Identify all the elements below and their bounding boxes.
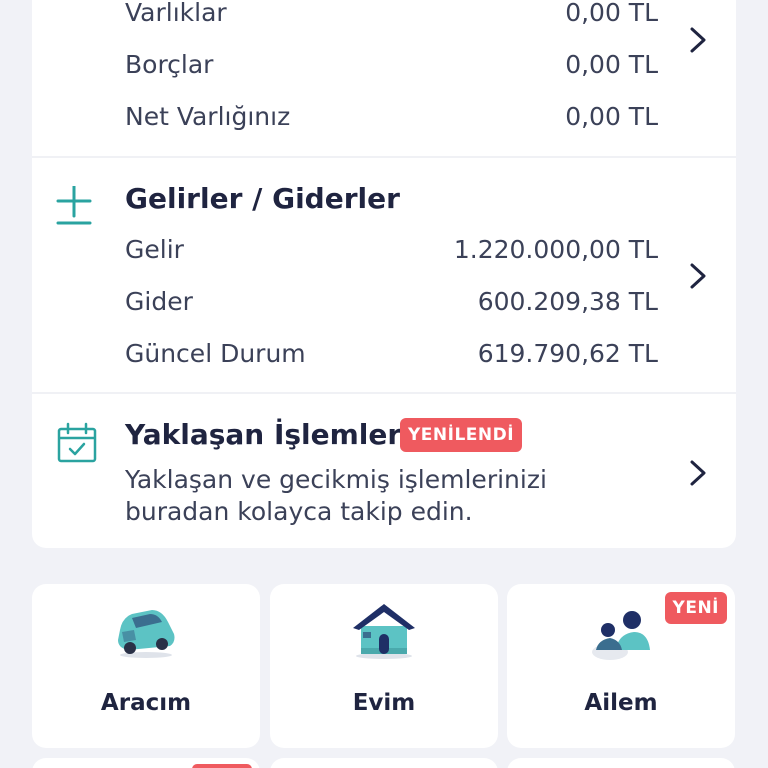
summary-card: Varlıklar 0,00 TL Borçlar 0,00 TL Net Va… — [32, 0, 736, 548]
divider — [32, 156, 736, 158]
liabilities-label: Borçlar — [125, 50, 214, 79]
tile-my-car[interactable]: Aracım — [32, 584, 260, 748]
net-worth-label: Net Varlığınız — [125, 102, 291, 131]
calendar-check-icon — [57, 422, 97, 463]
income-label: Gelir — [125, 235, 184, 264]
badge-partial — [192, 764, 252, 768]
upcoming-description-line2: buradan kolayca takip edin. — [125, 497, 473, 526]
divider — [32, 392, 736, 394]
net-worth-value: 0,00 TL — [565, 102, 658, 131]
tile-my-family[interactable]: YENİ Ailem — [507, 584, 735, 748]
tile-my-home[interactable]: Evim — [270, 584, 498, 748]
house-icon — [353, 604, 415, 659]
income-value: 1.220.000,00 TL — [453, 235, 658, 264]
tile-label: Ailem — [584, 690, 658, 716]
upcoming-title: Yaklaşan İşlemler — [125, 418, 402, 451]
plus-minus-icon — [56, 186, 92, 225]
expense-value: 600.209,38 TL — [477, 287, 658, 316]
chevron-right-icon[interactable] — [686, 458, 710, 488]
tile-partial[interactable] — [507, 758, 735, 768]
car-icon — [118, 610, 175, 658]
chevron-right-icon[interactable] — [686, 25, 710, 55]
tile-partial[interactable] — [270, 758, 498, 768]
income-expense-title: Gelirler / Giderler — [125, 182, 400, 215]
liabilities-value: 0,00 TL — [565, 50, 658, 79]
tile-label: Evim — [352, 690, 416, 716]
balance-value: 619.790,62 TL — [477, 339, 658, 368]
upcoming-description-line1: Yaklaşan ve gecikmiş işlemlerinizi — [125, 465, 547, 494]
chevron-right-icon[interactable] — [686, 261, 710, 291]
assets-value: 0,00 TL — [565, 0, 658, 27]
tile-label: Aracım — [100, 690, 192, 716]
new-badge: YENİ — [664, 592, 727, 624]
assets-label: Varlıklar — [125, 0, 227, 27]
renewed-badge: YENİLENDİ — [400, 418, 523, 452]
balance-label: Güncel Durum — [125, 339, 306, 368]
expense-label: Gider — [125, 287, 193, 316]
family-icon — [592, 611, 650, 660]
